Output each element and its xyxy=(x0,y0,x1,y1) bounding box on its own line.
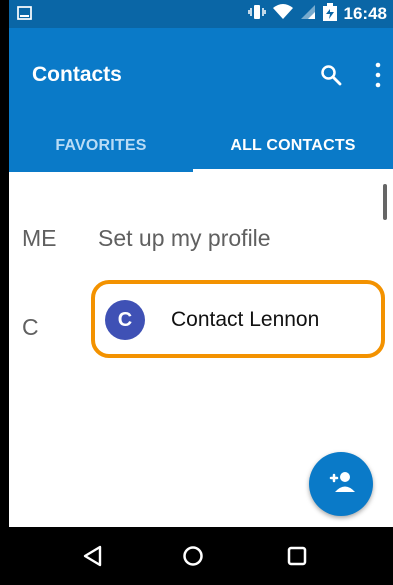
more-vert-icon[interactable] xyxy=(373,61,383,94)
wifi-icon xyxy=(272,3,294,25)
status-time: 16:48 xyxy=(343,4,387,23)
gallery-notification-icon xyxy=(17,6,32,25)
list-scrollbar[interactable] xyxy=(383,184,387,220)
contact-highlight-annotation xyxy=(91,280,385,358)
system-navigation-bar xyxy=(9,527,393,585)
contact-section-letter: C xyxy=(22,314,39,340)
recents-icon[interactable] xyxy=(280,540,314,572)
device-frame: 16:48 Contacts FAVORITES ALL CONTACTS ME… xyxy=(0,0,393,585)
tab-favorites[interactable]: FAVORITES xyxy=(9,120,193,172)
back-icon[interactable] xyxy=(75,540,109,572)
contacts-screen: 16:48 Contacts FAVORITES ALL CONTACTS ME… xyxy=(9,0,393,527)
page-title: Contacts xyxy=(32,63,122,86)
cellular-signal-icon xyxy=(300,4,316,25)
status-icons: 16:48 xyxy=(247,0,387,28)
battery-charging-icon xyxy=(322,2,338,26)
add-contact-button[interactable] xyxy=(309,452,373,516)
search-icon[interactable] xyxy=(319,63,343,92)
setup-profile-row[interactable]: Set up my profile xyxy=(98,225,271,252)
profile-section-letter: ME xyxy=(22,225,57,251)
home-icon[interactable] xyxy=(176,540,210,572)
tab-bar: FAVORITES ALL CONTACTS xyxy=(9,120,393,172)
contacts-list[interactable]: ME Set up my profile C C Contact Lennon xyxy=(9,172,393,527)
tab-all-contacts[interactable]: ALL CONTACTS xyxy=(193,120,393,172)
app-bar-actions xyxy=(319,61,383,94)
vibrate-icon xyxy=(247,4,266,25)
add-contact-icon xyxy=(326,470,356,499)
app-bar: Contacts xyxy=(9,28,393,120)
status-bar: 16:48 xyxy=(9,0,393,28)
